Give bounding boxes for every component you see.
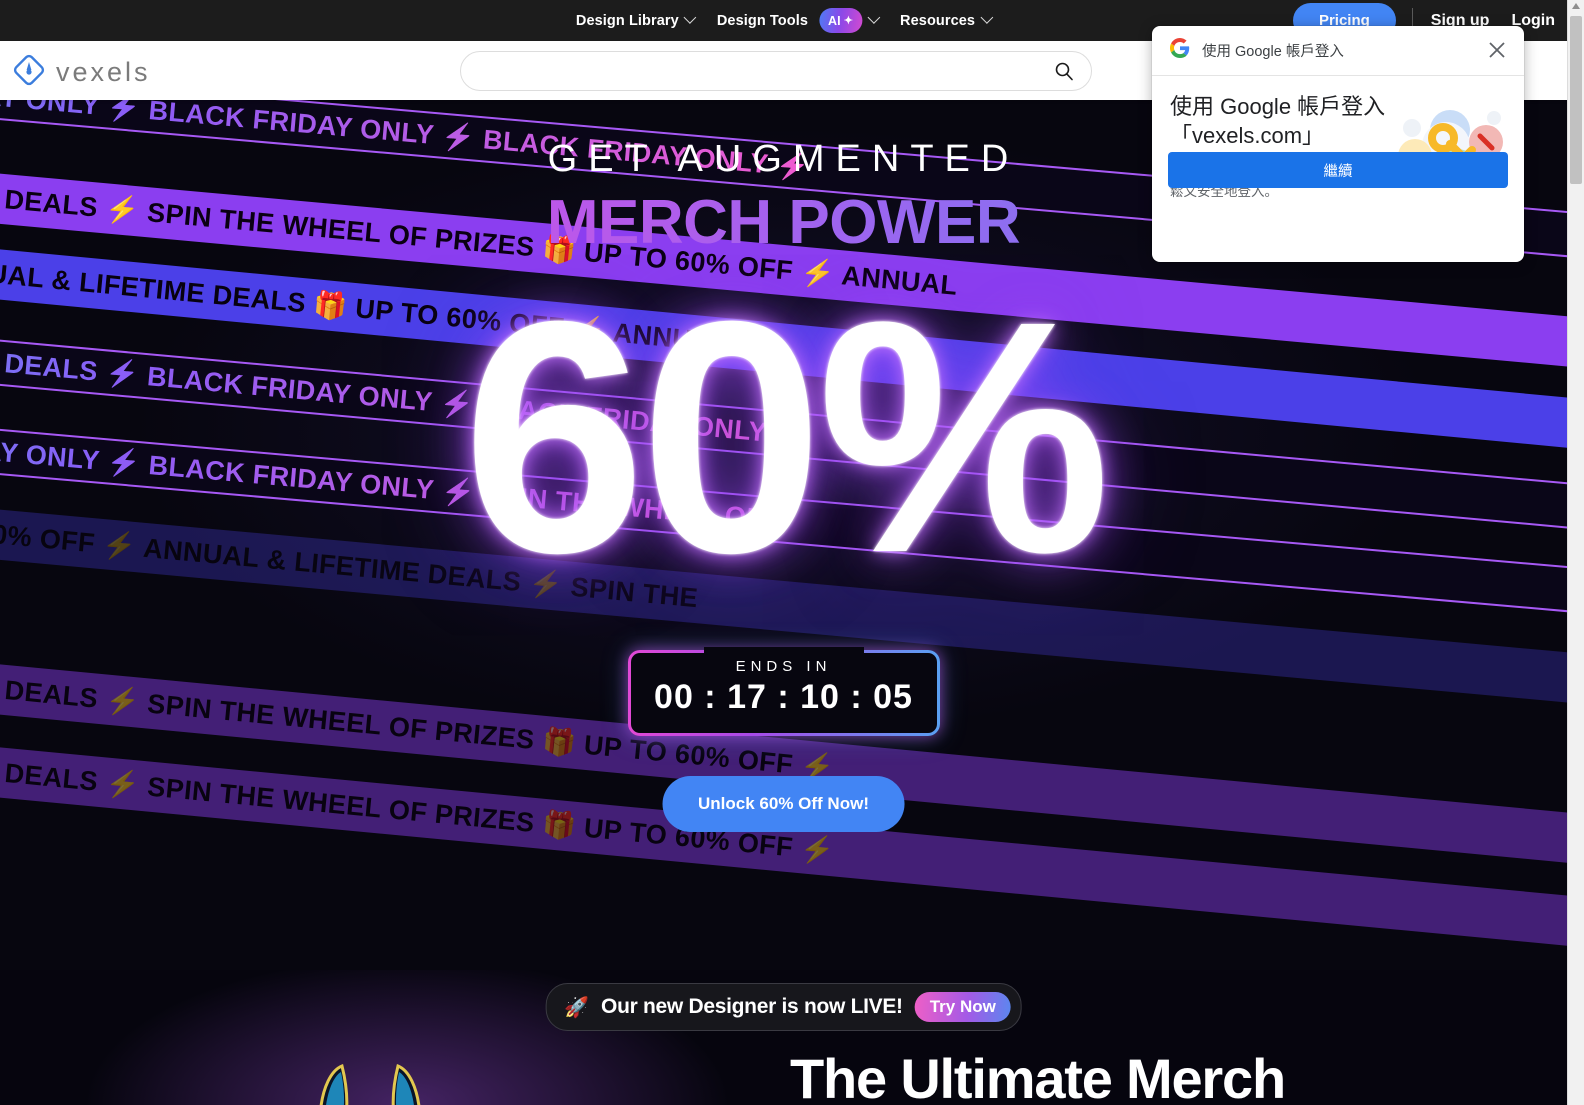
vertical-scrollbar[interactable] (1567, 0, 1584, 1105)
search-input[interactable] (460, 51, 1092, 91)
nav-item-label: Design Tools (716, 12, 809, 29)
designer-live-text: Our new Designer is now LIVE! (601, 995, 903, 1018)
top-nav-menu: Design Library Design Tools AI ✦ Resourc… (575, 0, 993, 41)
designer-live-banner[interactable]: 🚀 Our new Designer is now LIVE! Try Now (545, 983, 1022, 1031)
google-popup-header: 使用 Google 帳戶登入 (1152, 26, 1524, 76)
vertical-scroll-thumb[interactable] (1570, 16, 1582, 184)
search-icon[interactable] (1054, 61, 1074, 86)
countdown-value: 00 : 17 : 10 : 05 (654, 678, 913, 716)
ai-badge: AI ✦ (819, 8, 863, 33)
rocket-icon: 🚀 (564, 996, 590, 1019)
google-popup-header-text: 使用 Google 帳戶登入 (1202, 44, 1344, 60)
countdown-frame-notch (703, 647, 864, 656)
vexels-diamond-pen-logo-icon (12, 53, 46, 92)
nav-item-label: Design Library (575, 12, 679, 29)
page-viewport: FRIDAY ONLY ⚡ BLACK FRIDAY ONLY ⚡ BLACK … (0, 0, 1567, 1105)
section-title: The Ultimate Merch (790, 1047, 1286, 1105)
search-container (460, 51, 1092, 91)
unlock-discount-button[interactable]: Unlock 60% Off Now! (662, 776, 905, 832)
chevron-down-icon (683, 11, 697, 24)
chevron-down-icon (867, 11, 880, 24)
nav-item-label: Resources (900, 12, 976, 29)
vexels-logo-text: vexels (56, 57, 151, 87)
google-g-icon (1170, 38, 1190, 63)
countdown-label: ENDS IN (735, 658, 832, 675)
nav-item-design-tools[interactable]: Design Tools AI ✦ (716, 8, 880, 33)
vexels-logo[interactable]: vexels (12, 53, 151, 92)
nav-item-resources[interactable]: Resources (900, 11, 993, 29)
ai-badge-label: AI (828, 13, 841, 28)
browser-page: FRIDAY ONLY ⚡ BLACK FRIDAY ONLY ⚡ BLACK … (0, 0, 1584, 1105)
countdown-timer: ENDS IN 00 : 17 : 10 : 05 (628, 647, 940, 736)
try-now-button[interactable]: Try Now (914, 992, 1011, 1022)
cat-illustration (300, 1060, 560, 1105)
scroll-up-arrow-icon[interactable] (1572, 3, 1580, 9)
sparkle-icon: ✦ (843, 15, 854, 27)
nav-item-design-library[interactable]: Design Library (575, 11, 697, 29)
google-popup-body: 使用 Google 帳戶登入 「vexels.com」 不必再記住密碼，就能快速… (1152, 76, 1524, 202)
google-one-tap-popup: 使用 Google 帳戶登入 使用 Google 帳戶登入 「vexels.co… (1152, 26, 1524, 262)
close-icon[interactable] (1486, 39, 1510, 63)
google-continue-button[interactable]: 繼續 (1168, 152, 1508, 188)
chevron-down-icon (980, 11, 993, 24)
below-hero-section: 🚀 Our new Designer is now LIVE! Try Now (0, 970, 1567, 1105)
discount-percentage: 60% (462, 252, 1110, 621)
